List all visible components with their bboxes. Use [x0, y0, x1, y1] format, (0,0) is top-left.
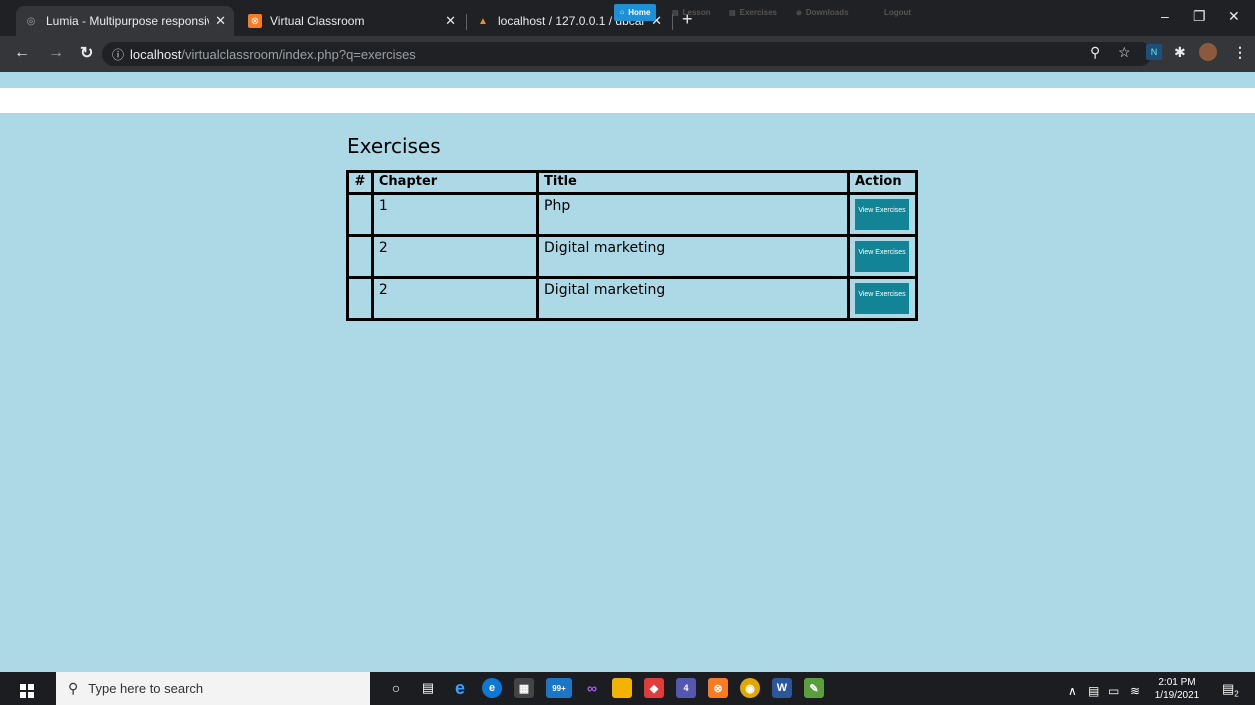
- column-header-number: #: [346, 170, 374, 195]
- nav-home-label: Home: [628, 8, 651, 17]
- nav-exercises-label: Exercises: [739, 8, 777, 17]
- home-icon: ⌂: [620, 9, 625, 16]
- mail-badge: 99+: [552, 683, 566, 693]
- restore-button[interactable]: ❐: [1193, 8, 1206, 25]
- address-bar[interactable]: ⓘ localhost/virtualclassroom/index.php?q…: [102, 42, 1152, 66]
- column-header-chapter: Chapter: [370, 170, 540, 195]
- zoom-icon[interactable]: ⚲: [1090, 44, 1100, 61]
- mail-icon[interactable]: 99+: [546, 678, 572, 698]
- close-window-button[interactable]: ✕: [1228, 8, 1240, 25]
- nav-lesson[interactable]: ▤ Lesson: [666, 4, 717, 21]
- forward-arrow-icon[interactable]: →: [48, 44, 64, 62]
- tray-wifi-icon[interactable]: ≋: [1130, 684, 1140, 698]
- chrome-icon[interactable]: ◉: [740, 678, 760, 698]
- table-header-row: # Chapter Title Action: [346, 170, 919, 195]
- nav-downloads[interactable]: ⊛ Downloads: [790, 4, 855, 21]
- tab-lumia[interactable]: ◎ Lumia - Multipurpose responsive ✕: [16, 6, 234, 36]
- list-icon: ▤: [672, 9, 679, 17]
- taskbar-clock[interactable]: 2:01 PM 1/19/2021: [1152, 676, 1202, 702]
- nav-lesson-label: Lesson: [682, 8, 711, 17]
- info-icon[interactable]: ⓘ: [112, 46, 124, 63]
- view-exercises-button[interactable]: View Exercises: [854, 199, 909, 230]
- column-header-action: Action: [846, 170, 919, 195]
- cell-action: View Exercises: [846, 234, 919, 279]
- table-row: 2 Digital marketing View Exercises: [346, 234, 919, 279]
- close-tab-icon[interactable]: ✕: [215, 13, 226, 29]
- cell-action: View Exercises: [846, 192, 919, 237]
- search-icon: ⚲: [68, 680, 79, 696]
- list-icon: ▤: [729, 9, 736, 17]
- page-title: Exercises: [347, 134, 441, 158]
- cell-title: Digital marketing: [536, 234, 850, 279]
- teams-icon[interactable]: 4: [676, 678, 696, 698]
- windows-start-icon[interactable]: [20, 684, 34, 698]
- address-host: localhost: [130, 46, 182, 62]
- notification-icon[interactable]: ▤2: [1222, 681, 1239, 699]
- nav-exercises[interactable]: ▤ Exercises: [723, 4, 783, 21]
- cell-chapter: 2: [370, 234, 540, 279]
- tray-network-icon[interactable]: ▤: [1088, 684, 1099, 698]
- column-header-title: Title: [536, 170, 850, 195]
- cell-title: Digital marketing: [536, 276, 850, 321]
- edge-icon[interactable]: e: [482, 678, 502, 698]
- cell-number: [346, 276, 374, 321]
- kebab-menu-icon[interactable]: ⋮: [1233, 44, 1247, 61]
- xampp-icon: ⊗: [248, 14, 262, 28]
- cell-chapter: 2: [370, 276, 540, 321]
- tab-virtual-classroom[interactable]: ⊗ Virtual Classroom ✕: [240, 6, 464, 36]
- download-icon: ⊛: [796, 9, 802, 17]
- table-row: 1 Php View Exercises: [346, 192, 919, 237]
- close-tab-icon[interactable]: ✕: [445, 13, 456, 29]
- taskbar-search-input[interactable]: ⚲ Type here to search: [56, 672, 370, 705]
- address-path: /virtualclassroom/index.php?q=exercises: [181, 46, 416, 62]
- cell-number: [346, 234, 374, 279]
- search-placeholder: Type here to search: [88, 681, 204, 696]
- store-icon[interactable]: ▦: [514, 678, 534, 698]
- extensions-puzzle-icon[interactable]: ✱: [1174, 44, 1186, 61]
- xampp-icon[interactable]: ⊗: [708, 678, 728, 698]
- cell-chapter: 1: [370, 192, 540, 237]
- back-arrow-icon[interactable]: ←: [14, 44, 30, 62]
- tab-title: Lumia - Multipurpose responsive: [46, 14, 210, 28]
- extension-n-icon[interactable]: N: [1146, 44, 1162, 60]
- bookmark-star-icon[interactable]: ☆: [1118, 44, 1131, 61]
- clock-time: 2:01 PM: [1158, 677, 1196, 688]
- view-exercises-button[interactable]: View Exercises: [854, 283, 909, 314]
- task-view-icon[interactable]: ▤: [418, 678, 438, 698]
- cell-title: Php: [536, 192, 850, 237]
- nav-logout-label: Logout: [884, 8, 912, 17]
- tab-separator: [466, 14, 467, 30]
- infinity-app-icon[interactable]: ∞: [582, 678, 602, 698]
- minimize-button[interactable]: –: [1161, 8, 1169, 24]
- reload-icon[interactable]: ↻: [80, 43, 93, 63]
- site-navbar: [0, 88, 1255, 113]
- globe-icon: ◎: [26, 15, 36, 27]
- table-row: 2 Digital marketing View Exercises: [346, 276, 919, 321]
- nav-logout[interactable]: Logout: [878, 4, 917, 21]
- cortana-icon[interactable]: ○: [386, 678, 406, 698]
- phpmyadmin-icon: ▲: [478, 15, 488, 27]
- cell-number: [346, 192, 374, 237]
- git-app-icon[interactable]: ◆: [644, 678, 664, 698]
- view-exercises-button[interactable]: View Exercises: [854, 241, 909, 272]
- tray-chevron-icon[interactable]: ∧: [1068, 684, 1077, 698]
- nav-downloads-label: Downloads: [805, 8, 849, 17]
- nav-home[interactable]: ⌂ Home: [614, 4, 657, 21]
- tab-title: Virtual Classroom: [270, 14, 365, 28]
- clock-date: 1/19/2021: [1154, 690, 1200, 701]
- word-icon[interactable]: W: [772, 678, 792, 698]
- internet-explorer-icon[interactable]: e: [450, 678, 470, 698]
- exercises-table: # Chapter Title Action 1 Php View Exerci…: [346, 170, 919, 321]
- notification-count: 2: [1234, 689, 1239, 699]
- profile-avatar[interactable]: [1199, 43, 1217, 61]
- notepad-icon[interactable]: ✎: [804, 678, 824, 698]
- cell-action: View Exercises: [846, 276, 919, 321]
- tray-battery-icon[interactable]: ▭: [1108, 684, 1119, 698]
- file-explorer-icon[interactable]: [612, 678, 632, 698]
- teams-badge: 4: [683, 683, 689, 693]
